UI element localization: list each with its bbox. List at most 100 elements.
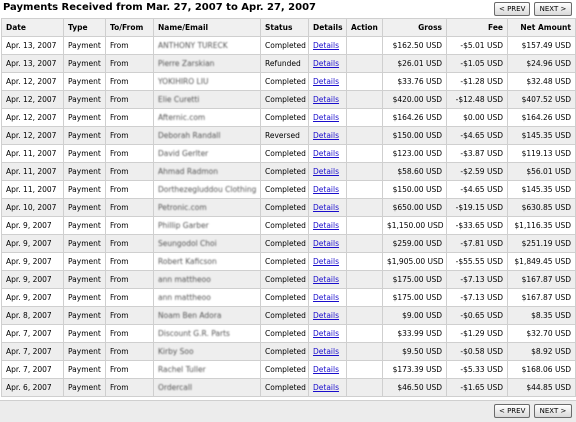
cell-action xyxy=(346,126,383,145)
details-link[interactable]: Details xyxy=(313,95,339,104)
table-row: Apr. 8, 2007 Payment From Noam Ben Adora Com… xyxy=(1,306,576,325)
cell-net-amount: $32.48 USD xyxy=(507,72,576,91)
details-link[interactable]: Details xyxy=(313,257,339,266)
cell-type: Payment xyxy=(63,234,106,253)
details-link[interactable]: Details xyxy=(313,113,339,122)
cell-net-amount: $407.52 USD xyxy=(507,90,576,109)
cell-type: Payment xyxy=(63,198,106,217)
cell-details: Details xyxy=(308,90,347,109)
cell-fee: -$1.29 USD xyxy=(446,324,508,343)
column-header-name-email[interactable]: Name/Email xyxy=(153,18,261,37)
cell-tofrom: From xyxy=(105,108,154,127)
cell-net-amount: $167.87 USD xyxy=(507,288,576,307)
details-link[interactable]: Details xyxy=(313,131,339,140)
cell-tofrom: From xyxy=(105,252,154,271)
cell-net-amount: $157.49 USD xyxy=(507,36,576,55)
cell-details: Details xyxy=(308,180,347,199)
cell-date: Apr. 9, 2007 xyxy=(1,252,64,271)
cell-action xyxy=(346,72,383,91)
details-link[interactable]: Details xyxy=(313,185,339,194)
cell-type: Payment xyxy=(63,342,106,361)
cell-action xyxy=(346,324,383,343)
details-link[interactable]: Details xyxy=(313,329,339,338)
cell-fee: -$0.65 USD xyxy=(446,306,508,325)
table-row: Apr. 10, 2007 Payment From Petronic.com Comp… xyxy=(1,198,576,217)
column-header-date[interactable]: Date xyxy=(1,18,64,37)
name-email-text: ANTHONY TURECK xyxy=(158,41,228,50)
column-header-type[interactable]: Type xyxy=(63,18,106,37)
details-link[interactable]: Details xyxy=(313,41,339,50)
column-header-status[interactable]: Status xyxy=(260,18,309,37)
column-header-tofrom[interactable]: To/From xyxy=(105,18,154,37)
cell-net-amount: $630.85 USD xyxy=(507,198,576,217)
cell-net-amount: $8.92 USD xyxy=(507,342,576,361)
next-button[interactable]: NEXT > xyxy=(534,2,572,16)
cell-action xyxy=(346,234,383,253)
name-email-text: Dorthezegluddou Clothing xyxy=(158,185,257,194)
details-link[interactable]: Details xyxy=(313,77,339,86)
cell-fee: -$2.59 USD xyxy=(446,162,508,181)
table-row: Apr. 12, 2007 Payment From Afternic.com Comp… xyxy=(1,108,576,127)
details-link[interactable]: Details xyxy=(313,203,339,212)
cell-gross: $123.00 USD xyxy=(382,144,447,163)
cell-type: Payment xyxy=(63,360,106,379)
cell-gross: $26.01 USD xyxy=(382,54,447,73)
cell-status: Completed xyxy=(260,198,309,217)
cell-details: Details xyxy=(308,306,347,325)
table-row: Apr. 12, 2007 Payment From YOKIHIRO LIU Comp… xyxy=(1,72,576,91)
details-link[interactable]: Details xyxy=(313,293,339,302)
prev-button[interactable]: < PREV xyxy=(494,2,530,16)
cell-fee: $0.00 USD xyxy=(446,108,508,127)
details-link[interactable]: Details xyxy=(313,275,339,284)
cell-name-email: Deborah Randall xyxy=(153,126,261,145)
column-header-net-amount[interactable]: Net Amount xyxy=(507,18,576,37)
cell-action xyxy=(346,108,383,127)
cell-fee: -$55.55 USD xyxy=(446,252,508,271)
cell-fee: -$1.65 USD xyxy=(446,378,508,397)
prev-button-bottom[interactable]: < PREV xyxy=(494,404,530,418)
cell-tofrom: From xyxy=(105,162,154,181)
details-link[interactable]: Details xyxy=(313,311,339,320)
cell-status: Completed xyxy=(260,144,309,163)
cell-fee: -$3.87 USD xyxy=(446,144,508,163)
cell-details: Details xyxy=(308,108,347,127)
cell-tofrom: From xyxy=(105,72,154,91)
details-link[interactable]: Details xyxy=(313,239,339,248)
details-link[interactable]: Details xyxy=(313,347,339,356)
cell-date: Apr. 12, 2007 xyxy=(1,90,64,109)
details-link[interactable]: Details xyxy=(313,167,339,176)
cell-tofrom: From xyxy=(105,306,154,325)
cell-gross: $1,905.00 USD xyxy=(382,252,447,271)
cell-details: Details xyxy=(308,198,347,217)
table-row: Apr. 9, 2007 Payment From Robert Kaficson Co… xyxy=(1,252,576,271)
cell-date: Apr. 11, 2007 xyxy=(1,144,64,163)
cell-name-email: Kirby Soo xyxy=(153,342,261,361)
column-header-fee[interactable]: Fee xyxy=(446,18,508,37)
table-row: Apr. 12, 2007 Payment From Elie Curetti Comp… xyxy=(1,90,576,109)
cell-action xyxy=(346,36,383,55)
details-link[interactable]: Details xyxy=(313,59,339,68)
cell-action xyxy=(346,54,383,73)
cell-name-email: Ahmad Radmon xyxy=(153,162,261,181)
cell-gross: $164.26 USD xyxy=(382,108,447,127)
cell-status: Completed xyxy=(260,36,309,55)
cell-name-email: Phillip Garber xyxy=(153,216,261,235)
cell-date: Apr. 12, 2007 xyxy=(1,72,64,91)
cell-fee: -$1.05 USD xyxy=(446,54,508,73)
cell-date: Apr. 11, 2007 xyxy=(1,180,64,199)
details-link[interactable]: Details xyxy=(313,365,339,374)
details-link[interactable]: Details xyxy=(313,383,339,392)
details-link[interactable]: Details xyxy=(313,221,339,230)
cell-date: Apr. 10, 2007 xyxy=(1,198,64,217)
column-header-gross[interactable]: Gross xyxy=(382,18,447,37)
next-button-bottom[interactable]: NEXT > xyxy=(534,404,572,418)
cell-net-amount: $164.26 USD xyxy=(507,108,576,127)
cell-status: Completed xyxy=(260,270,309,289)
cell-fee: -$5.33 USD xyxy=(446,360,508,379)
name-email-text: Robert Kaficson xyxy=(158,257,217,266)
cell-fee: -$12.48 USD xyxy=(446,90,508,109)
details-link[interactable]: Details xyxy=(313,149,339,158)
table-row: Apr. 7, 2007 Payment From Rachel Tuller Comp… xyxy=(1,360,576,379)
cell-date: Apr. 11, 2007 xyxy=(1,162,64,181)
cell-date: Apr. 9, 2007 xyxy=(1,270,64,289)
